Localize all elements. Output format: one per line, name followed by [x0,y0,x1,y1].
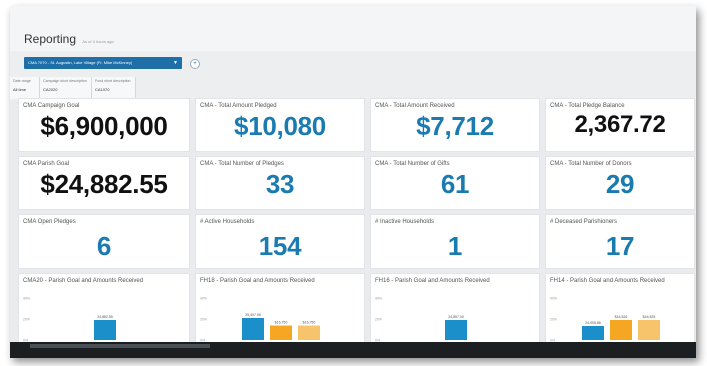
header-bar: Reporting As of 4 hours ago [10,6,696,51]
dashboard-window: Reporting As of 4 hours ago CMA 7070 - S… [10,6,696,358]
kpi-value: 29 [605,169,635,199]
chart-fh18: 40%20%0%25,497.96$16,750 $16,750 [200,297,320,343]
kpi-tile-open-pledges[interactable]: CMA Open Pledges 6 [18,214,190,269]
kpi-value: 6 [96,231,112,261]
kpi-label: # Deceased Parishioners [550,219,618,225]
page-subtitle: As of 4 hours ago [82,39,114,44]
y-tick-label: 20% [375,318,382,322]
kpi-tile-parish-goal[interactable]: CMA Parish Goal $24,882.55 [18,156,190,210]
y-tick-label: 40% [23,297,30,301]
kpi-value: $7,712 [416,111,494,141]
chart-bar[interactable] [445,320,467,340]
chart-tile-fh14[interactable]: FH14 - Parish Goal and Amounts Received … [545,273,695,345]
kpi-value: 33 [265,169,295,199]
scrollbar-track[interactable] [30,344,210,348]
kpi-tile-num-gifts[interactable]: CMA - Total Number of Gifts 61 [370,156,540,210]
filter-column-campaign[interactable]: Campaign short description CA2020 [40,77,92,99]
kpi-tile-num-pledges[interactable]: CMA - Total Number of Pledges 33 [195,156,365,210]
filter-bar: CMA 7070 - St. Augustin, Lake Village (F… [10,51,696,101]
y-tick-label: 40% [375,297,382,301]
kpi-label: CMA Campaign Goal [23,103,80,109]
kpi-value: $24,882.55 [40,169,168,199]
plus-circle-icon[interactable]: + [190,59,200,69]
y-tick-label: 20% [200,318,207,322]
bar-data-label: $44,525 [643,315,656,319]
chart-tile-fh18[interactable]: FH18 - Parish Goal and Amounts Received … [195,273,365,345]
filter-value: CA2020 [43,87,58,92]
bar-data-label: 24,005.86 [585,321,601,325]
filter-label: Campaign short description [43,79,87,83]
chart-fh14: 40%20%0%24,005.86$44,526 $44,525 [550,297,660,343]
kpi-tile-active-households[interactable]: # Active Households 154 [195,214,365,269]
chart-fh16: 40%20%0%24,857.00 [375,297,467,343]
kpi-value: $10,080 [234,111,326,141]
kpi-tile-num-donors[interactable]: CMA - Total Number of Donors 29 [545,156,695,210]
kpi-tile-campaign-goal[interactable]: CMA Campaign Goal $6,900,000 [18,98,190,152]
bar-data-label: $16,750 [303,321,316,325]
kpi-value: 154 [258,231,302,261]
kpi-value: $6,900,000 [40,111,168,141]
bar-data-label: 25,497.96 [245,313,261,317]
kpi-label: CMA - Total Number of Donors [550,161,632,167]
y-tick-label: 20% [23,318,30,322]
page-title-text: Reporting [24,32,77,46]
kpi-value: 2,367.72 [574,111,666,138]
chart-bar[interactable] [242,318,264,340]
filter-value: All time [13,87,27,92]
kpi-tile-pledge-balance[interactable]: CMA - Total Pledge Balance 2,367.72 [545,98,695,152]
chart-bar[interactable] [638,320,660,340]
kpi-label: CMA - Total Amount Received [375,103,455,109]
y-tick-label: 40% [200,297,207,301]
y-tick-label: 40% [550,297,557,301]
kpi-label: CMA - Total Number of Pledges [200,161,284,167]
campaign-filter-chip[interactable]: CMA 7070 - St. Augustin, Lake Village (F… [24,57,182,69]
campaign-filter-label: CMA 7070 - St. Augustin, Lake Village (F… [28,60,133,65]
bar-data-label: 24,882.55 [97,315,113,319]
filter-label: Date range [13,79,31,83]
kpi-label: CMA - Total Amount Pledged [200,103,277,109]
kpi-label: CMA - Total Pledge Balance [550,103,625,109]
kpi-value: 61 [440,169,470,199]
kpi-tile-deceased[interactable]: # Deceased Parishioners 17 [545,214,695,269]
bar-data-label: 24,857.00 [448,315,464,319]
kpi-label: CMA - Total Number of Gifts [375,161,450,167]
chart-cma20: 40%20%0%24,882.55 [23,297,116,343]
kpi-label: CMA Open Pledges [23,219,76,225]
kpi-tile-total-received[interactable]: CMA - Total Amount Received $7,712 [370,98,540,152]
chart-bar[interactable] [610,320,632,340]
bottom-scroll-strip [10,342,696,358]
page-title: Reporting As of 4 hours ago [24,32,114,46]
kpi-label: # Inactive Households [375,219,435,225]
kpi-label: # Active Households [200,219,255,225]
kpi-label: CMA Parish Goal [23,161,70,167]
y-tick-label: 20% [550,318,557,322]
filter-label: Fund short description [95,79,131,83]
kpi-value: 1 [447,231,463,261]
filter-column-fund[interactable]: Fund short description CA1070 [92,77,136,99]
chart-tile-cma20[interactable]: CMA20 - Parish Goal and Amounts Received… [18,273,190,345]
kpi-tile-total-pledged[interactable]: CMA - Total Amount Pledged $10,080 [195,98,365,152]
kpi-tile-inactive-households[interactable]: # Inactive Households 1 [370,214,540,269]
filter-column-date[interactable]: Date range All time [10,77,40,99]
chart-bar[interactable] [270,325,292,340]
chart-bar[interactable] [94,320,116,340]
chart-bar[interactable] [582,326,604,340]
chart-tile-fh16[interactable]: FH16 - Parish Goal and Amounts Received … [370,273,540,345]
bar-data-label: $44,526 [615,315,628,319]
filter-value: CA1070 [95,87,110,92]
chart-bar[interactable] [298,325,320,340]
chevron-down-icon[interactable]: ▼ [173,57,178,69]
bar-data-label: $16,750 [275,321,288,325]
kpi-value: 17 [605,231,635,261]
